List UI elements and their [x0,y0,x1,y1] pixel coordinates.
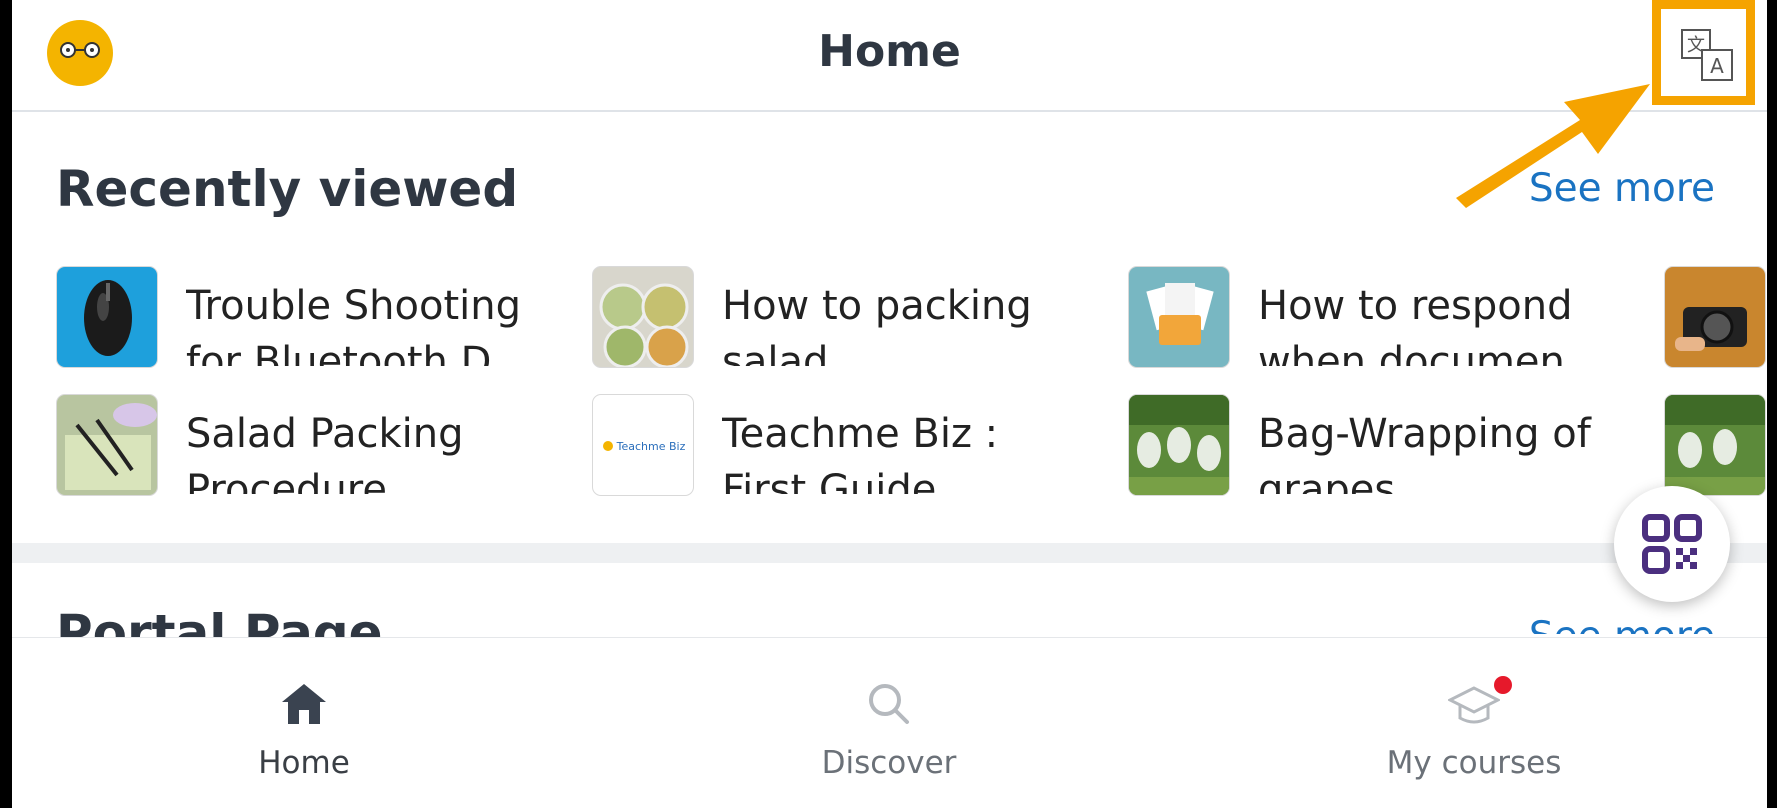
recently-viewed-see-more-link[interactable]: See more [1529,166,1715,211]
teachme-biz-logo: Teachme Biz [592,394,694,496]
svg-text:A: A [1710,54,1724,78]
salad-cups-photo [592,266,694,368]
grapes-photo [1128,394,1230,496]
search-icon [869,684,909,724]
page-title: Home [818,26,961,77]
recent-item-title: Salad Packing Procedure [186,411,464,494]
home-icon [282,684,326,724]
translate-icon: 文 A [1681,29,1733,81]
grapes-photo [1664,394,1766,496]
documents-folder-photo [1128,266,1230,368]
portal-page-heading: Portal Page [56,604,383,638]
recent-item[interactable]: Salad Packing Procedure [56,394,556,497]
recent-item[interactable] [1664,266,1767,369]
nav-my-courses[interactable]: My courses [1324,638,1624,808]
section-divider [12,543,1767,563]
graduation-cap-icon [1448,686,1500,724]
nav-discover-label: Discover [821,745,957,781]
recent-item-title: Trouble Shooting for Bluetooth D [186,283,521,366]
recent-item-title: Teachme Biz : First Guide [722,411,999,494]
salad-packing-photo [56,394,158,496]
nav-home-label: Home [258,745,350,781]
qr-code-icon [1642,514,1702,574]
translate-button[interactable]: 文 A [1652,0,1755,105]
teachme-biz-logo-text: Teachme Biz [616,440,686,453]
recent-item[interactable]: Trouble Shooting for Bluetooth D [56,266,556,369]
recent-item-title: Bag-Wrapping of grapes [1258,411,1591,494]
nav-my-courses-label: My courses [1386,745,1562,781]
nav-discover[interactable]: Discover [739,638,1039,808]
notification-badge [1494,676,1512,694]
camera-photo [1664,266,1766,368]
qr-scan-button[interactable] [1614,486,1730,602]
recent-item[interactable]: Teachme Biz Teachme Biz : First Guide [592,394,1092,497]
recent-item[interactable] [1664,394,1767,497]
recent-item-title: How to packing salad [722,283,1032,366]
recent-item[interactable]: How to packing salad [592,266,1092,369]
mouse-photo [56,266,158,368]
app-screen: Home 文 A Recently viewed See more Troubl… [12,0,1767,808]
recent-item[interactable]: How to respond when documen [1128,266,1628,369]
nav-home[interactable]: Home [154,638,454,808]
recent-item-title: How to respond when documen [1258,283,1573,366]
bottom-navigation: Home Discover My courses [12,637,1767,808]
portal-see-more-link[interactable]: See more [1529,614,1715,634]
recently-viewed-heading: Recently viewed [56,160,519,218]
recent-item[interactable]: Bag-Wrapping of grapes [1128,394,1628,497]
